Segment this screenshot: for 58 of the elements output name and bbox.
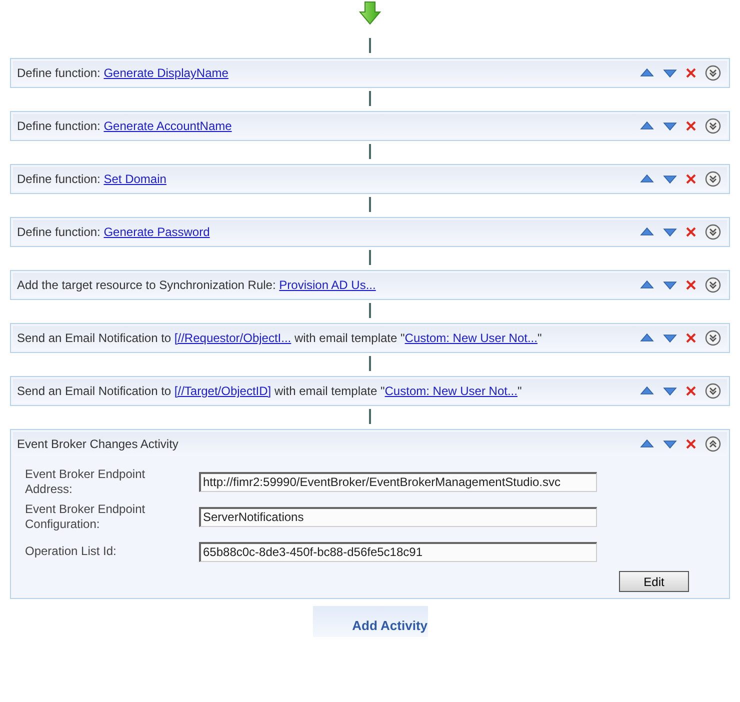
expand-icon[interactable] [705, 171, 721, 187]
input-field[interactable]: ServerNotifications [199, 506, 597, 526]
delete-icon[interactable] [686, 333, 696, 343]
activity-link[interactable]: Set Domain [104, 172, 166, 186]
activity-title: Define function: Generate Password [17, 225, 211, 239]
move-up-icon[interactable] [640, 121, 654, 131]
move-up-icon[interactable] [640, 68, 654, 78]
move-up-icon[interactable] [640, 439, 654, 449]
delete-icon[interactable] [686, 439, 696, 449]
delete-icon[interactable] [686, 227, 696, 237]
field-label: Event Broker Endpoint Address: [25, 466, 146, 496]
expand-icon[interactable] [705, 277, 721, 293]
expand-icon[interactable] [705, 65, 721, 81]
activity-link[interactable]: Custom: New User Not... [404, 331, 538, 345]
delete-icon[interactable] [686, 121, 696, 131]
move-down-icon[interactable] [663, 280, 677, 290]
edit-button[interactable]: Edit [619, 571, 689, 592]
activity-link[interactable]: [//Target/ObjectID] [174, 384, 272, 398]
expand-icon[interactable] [705, 224, 721, 240]
move-down-icon[interactable] [663, 174, 677, 184]
activity-title: Event Broker Changes Activity [17, 437, 180, 451]
activity-link[interactable]: Custom: New User Not... [384, 384, 518, 398]
delete-icon[interactable] [686, 68, 696, 78]
move-down-icon[interactable] [663, 439, 677, 449]
activity-title: Send an Email Notification to [//Requestor/ObjectI... with email template "Custom: New User Not..." [17, 331, 543, 345]
field-label: Operation List Id: [25, 544, 118, 559]
move-up-icon[interactable] [640, 386, 654, 396]
move-up-icon[interactable] [640, 280, 654, 290]
move-down-icon[interactable] [663, 227, 677, 237]
input-field[interactable]: 65b88c0c-8de3-450f-bc88-d56fe5c18c91 [199, 542, 597, 562]
move-down-icon[interactable] [663, 121, 677, 131]
activity-title: Send an Email Notification to [//Target/ObjectID] with email template "Custom: New User Not..." [17, 384, 523, 398]
move-down-icon[interactable] [663, 333, 677, 343]
collapse-icon[interactable] [705, 436, 721, 452]
activity-title: Define function: Set Domain [17, 172, 168, 186]
delete-icon[interactable] [686, 174, 696, 184]
activity-link[interactable]: [//Requestor/ObjectI... [174, 331, 292, 345]
activity-link[interactable]: Generate DisplayName [104, 66, 228, 80]
move-down-icon[interactable] [663, 386, 677, 396]
activity-link[interactable]: Provision AD Us... [279, 278, 376, 292]
expand-icon[interactable] [705, 330, 721, 346]
expand-icon[interactable] [705, 118, 721, 134]
expand-icon[interactable] [705, 383, 721, 399]
add-activity-button[interactable]: Add Activity [312, 606, 428, 637]
arrow-down-icon [359, 1, 381, 25]
move-up-icon[interactable] [640, 174, 654, 184]
move-up-icon[interactable] [640, 227, 654, 237]
delete-icon[interactable] [686, 386, 696, 396]
move-up-icon[interactable] [640, 333, 654, 343]
activity-title: Add the target resource to Synchronization Rule: Provision AD Us... [17, 278, 377, 292]
field-label: Event Broker Endpoint Configuration: [25, 502, 146, 532]
activity-link[interactable]: Generate AccountName [104, 119, 232, 133]
activity-title: Define function: Generate AccountName [17, 119, 233, 133]
input-field[interactable]: http://fimr2:59990/EventBroker/EventBrokerManagementStudio.svc [199, 472, 597, 492]
activity-title: Define function: Generate DisplayName [17, 66, 230, 80]
delete-icon[interactable] [686, 280, 696, 290]
activity-link[interactable]: Generate Password [104, 225, 210, 239]
move-down-icon[interactable] [663, 68, 677, 78]
